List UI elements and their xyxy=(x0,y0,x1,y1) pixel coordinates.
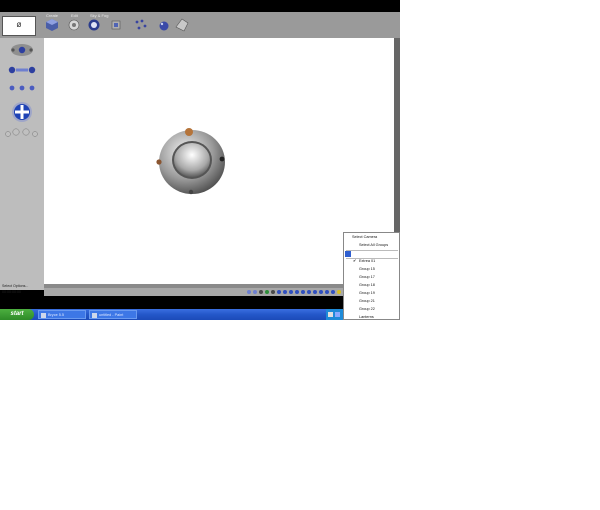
plus-control-icon[interactable] xyxy=(12,102,32,122)
check-icon: ✔ xyxy=(353,259,357,263)
menu-item-group-15[interactable]: Group 15 xyxy=(344,265,400,273)
task-paint-label: untitled - Paint xyxy=(99,313,124,317)
bottom-tool-strip xyxy=(44,288,394,296)
menu-item-extrea-01[interactable]: ✔ Extrea 01 xyxy=(344,257,400,265)
top-toolbar: Ø Create Edit Sky & Fog xyxy=(0,12,400,38)
menu-header-select-camera[interactable]: Select Camera xyxy=(344,233,400,241)
ring-icon[interactable] xyxy=(87,18,101,32)
task-bryce[interactable]: Bryce 5.5 xyxy=(38,310,86,319)
menu-select-all-groups[interactable]: Select All Groups xyxy=(344,241,400,249)
zoom-dots-icon[interactable] xyxy=(5,128,38,137)
menu-separator xyxy=(346,250,398,251)
menu-item-group-21[interactable]: Group 21 xyxy=(344,297,400,305)
metal-ring-object[interactable] xyxy=(152,126,232,198)
cross-control-icon[interactable] xyxy=(8,66,36,74)
menu-item-group-17[interactable]: Group 17 xyxy=(344,273,400,281)
dots-icon[interactable] xyxy=(134,18,148,32)
task-bryce-label: Bryce 5.5 xyxy=(48,313,65,317)
transform-icon[interactable] xyxy=(109,18,123,32)
bryce-app-icon xyxy=(41,313,46,318)
xz-control-icon[interactable] xyxy=(9,85,35,91)
cube-icon[interactable] xyxy=(45,18,59,32)
timecode: 00:00:00:00 xyxy=(2,290,21,294)
menu-item-group-22[interactable]: Group 22 xyxy=(344,305,400,313)
menu-item-lanterns[interactable]: Lanterns xyxy=(344,313,400,321)
task-paint[interactable]: untitled - Paint xyxy=(89,310,137,319)
system-tray xyxy=(326,309,344,320)
paint-app-icon xyxy=(92,313,97,318)
select-options-label[interactable]: Select Options... xyxy=(2,284,44,288)
tray-icons[interactable] xyxy=(328,312,342,318)
group-context-menu: Select Camera Select All Groups ✔ Extrea… xyxy=(343,232,400,320)
box-icon[interactable] xyxy=(175,18,189,32)
left-control-panel xyxy=(0,38,44,290)
sphere-cluster-icon[interactable] xyxy=(157,18,171,32)
trackball-icon[interactable] xyxy=(11,44,33,56)
scene-viewport[interactable] xyxy=(44,38,394,284)
menu-item-group-18[interactable]: Group 18 xyxy=(344,281,400,289)
camera-controls xyxy=(5,44,38,137)
sphere-icon[interactable] xyxy=(67,18,81,32)
menu-item-group-19[interactable]: Group 19 xyxy=(344,289,400,297)
left-info: Select Options... 00:00:00:00 xyxy=(0,282,44,296)
view-thumbnail[interactable]: Ø xyxy=(2,16,36,36)
start-button[interactable]: start xyxy=(0,309,34,320)
